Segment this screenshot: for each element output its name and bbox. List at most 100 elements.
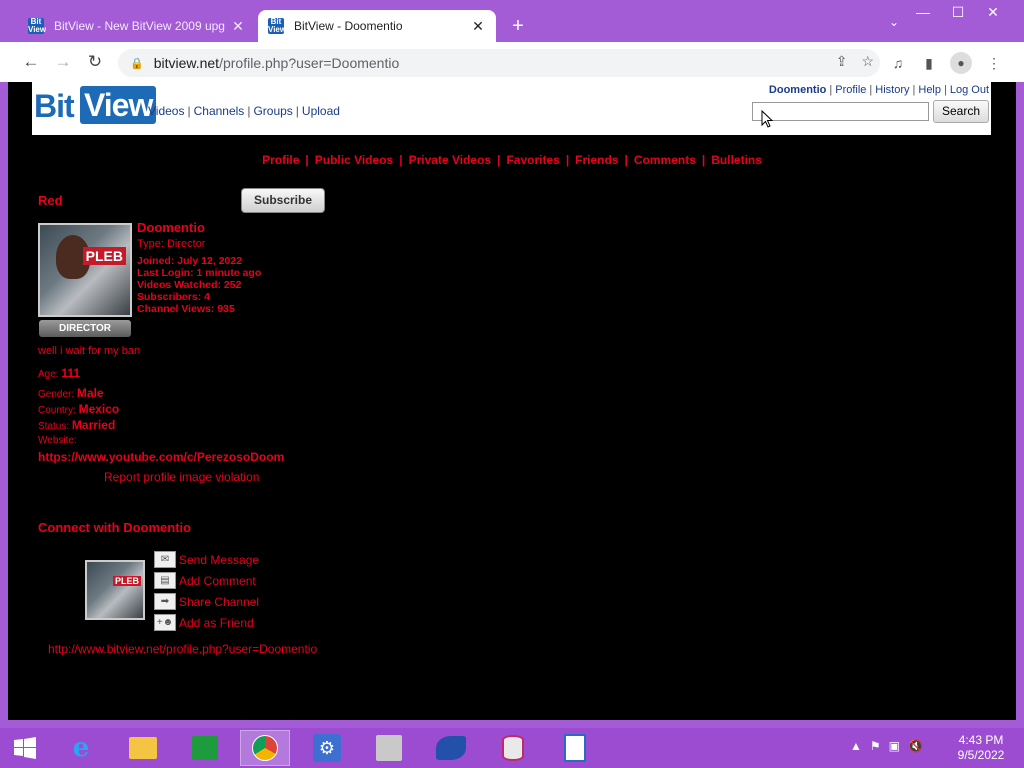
writer-document-icon[interactable] — [550, 730, 600, 766]
tab-bitview-new[interactable]: Bit View BitView - New BitView 2009 upg ✕ — [18, 10, 256, 42]
profile-nav-private-videos[interactable]: Private Videos — [409, 153, 492, 167]
profile-username[interactable]: Doomentio — [137, 221, 261, 234]
minimize-icon[interactable]: — — [906, 0, 940, 26]
nav-upload[interactable]: Upload — [302, 104, 340, 118]
profile-gender: Gender: Male — [38, 386, 104, 400]
bitview-favicon-icon: Bit View — [268, 17, 287, 34]
profile-age: Age: 111 — [38, 366, 81, 380]
add-comment-link[interactable]: ▤ Add Comment — [154, 570, 259, 591]
nav-groups[interactable]: Groups — [253, 104, 292, 118]
user-link-logout[interactable]: Log Out — [950, 84, 989, 96]
url-host: bitview.net — [153, 55, 220, 71]
file-cabinet-icon[interactable] — [364, 730, 414, 766]
profile-status: Status: Married — [38, 418, 116, 432]
profile-videos-watched: Videos Watched: 252 — [137, 279, 242, 291]
address-bar[interactable]: 🔒 bitview.net/profile.php?user=Doomentio… — [118, 49, 880, 77]
avatar[interactable]: PLEB — [38, 223, 132, 317]
forward-arrow-icon[interactable]: → — [51, 50, 75, 74]
comment-icon: ▤ — [154, 572, 176, 589]
kebab-menu-icon[interactable]: ⋮ — [983, 52, 1005, 74]
reload-icon[interactable]: ↻ — [83, 50, 107, 74]
tab-title: BitView - New BitView 2009 upg — [54, 19, 225, 33]
profile-bio: well i wait for my ban — [38, 345, 141, 357]
store-icon[interactable] — [180, 730, 230, 766]
profile-type: Type: Director — [137, 238, 206, 250]
site-header: Bit View Videos | Channels | Groups | Upload D… — [32, 82, 991, 135]
browser-toolbar: ← → ↻ 🔒 bitview.net/profile.php?user=Doo… — [0, 42, 1024, 82]
connect-avatar[interactable]: PLEB — [85, 560, 145, 620]
bitview-logo[interactable]: Bit View — [34, 86, 157, 124]
profile-subscribers: Subscribers: 4 — [137, 291, 210, 303]
profile-joined: Joined: July 12, 2022 — [137, 255, 243, 267]
channel-display-name: Red — [38, 193, 63, 208]
profile-info: Doomentio Type: Director Joined: July 12… — [137, 221, 262, 315]
share-arrow-icon: ➡ — [154, 593, 176, 610]
close-tab-icon[interactable]: ✕ — [470, 18, 486, 35]
connect-actions: ✉ Send Message ▤ Add Comment ➡ Share Channe… — [154, 549, 259, 633]
profile-channel-views: Channel Views: 935 — [137, 303, 235, 315]
windows-taskbar: e ⚙ ▲ ⚑ ▣ 🔇 4:43 PM 9/5/2022 — [0, 728, 1024, 768]
profile-nav-friends[interactable]: Friends — [575, 153, 618, 167]
avatar-text: PLEB — [112, 576, 141, 586]
profile-avatar-icon[interactable]: ● — [950, 52, 972, 74]
user-link-help[interactable]: Help — [918, 84, 941, 96]
main-nav: Videos | Channels | Groups | Upload — [148, 104, 340, 118]
bitview-favicon-icon: Bit View — [28, 17, 47, 34]
envelope-icon: ✉ — [154, 551, 176, 568]
close-tab-icon[interactable]: ✕ — [230, 18, 246, 35]
system-tray: ▲ ⚑ ▣ 🔇 — [850, 739, 923, 753]
new-tab-button[interactable]: + — [506, 14, 530, 38]
chevron-up-icon[interactable]: ▲ — [850, 739, 862, 753]
subscribe-button[interactable]: Subscribe — [241, 188, 325, 213]
user-links: Doomentio | Profile | History | Help | Log Out — [768, 84, 989, 96]
maximize-icon[interactable]: ☐ — [941, 0, 975, 26]
profile-nav-favorites[interactable]: Favorites — [506, 153, 559, 167]
network-icon[interactable]: ▣ — [889, 739, 900, 753]
profile-nav-comments[interactable]: Comments — [634, 153, 696, 167]
profile-url-link[interactable]: http://www.bitview.net/profile.php?user=… — [48, 642, 317, 656]
search-input[interactable] — [752, 102, 929, 121]
report-image-link[interactable]: Report profile image violation — [104, 470, 259, 484]
director-badge: DIRECTOR — [39, 320, 131, 337]
internet-explorer-icon[interactable]: e — [56, 730, 106, 766]
tab-strip: Bit View BitView - New BitView 2009 upg ✕… — [0, 0, 1024, 42]
tab-bitview-doomentio[interactable]: Bit View BitView - Doomentio ✕ — [258, 10, 496, 42]
back-arrow-icon[interactable]: ← — [19, 50, 43, 74]
profile-nav-public-videos[interactable]: Public Videos — [315, 153, 393, 167]
profile-last-login: Last Login: 1 minute ago — [137, 267, 262, 279]
app-swoosh-icon[interactable] — [426, 730, 476, 766]
avatar-text: PLEB — [82, 247, 126, 265]
browser-window: Bit View BitView - New BitView 2009 upg ✕… — [0, 0, 1024, 728]
database-icon[interactable] — [488, 730, 538, 766]
profile-website-link[interactable]: https://www.youtube.com/c/PerezosoDoom — [38, 450, 284, 464]
add-friend-link[interactable]: +☻ Add as Friend — [154, 612, 259, 633]
connect-title: Connect with Doomentio — [38, 520, 192, 535]
nav-channels[interactable]: Channels — [194, 104, 245, 118]
media-control-icon[interactable]: ♫ — [887, 52, 909, 74]
flag-icon[interactable]: ⚑ — [870, 739, 881, 753]
user-link-history[interactable]: History — [875, 84, 909, 96]
volume-muted-icon[interactable]: 🔇 — [908, 739, 923, 753]
profile-nav-profile[interactable]: Profile — [262, 153, 299, 167]
side-panel-icon[interactable]: ▮ — [918, 52, 940, 74]
share-icon[interactable]: ⇪ — [836, 53, 848, 70]
user-link-profile[interactable]: Profile — [835, 84, 866, 96]
settings-gear-icon[interactable]: ⚙ — [302, 730, 352, 766]
chrome-icon[interactable] — [240, 730, 290, 766]
star-icon[interactable]: ☆ — [861, 53, 874, 70]
share-channel-link[interactable]: ➡ Share Channel — [154, 591, 259, 612]
file-explorer-icon[interactable] — [118, 730, 168, 766]
tab-title: BitView - Doomentio — [294, 19, 403, 33]
profile-website-label: Website: — [38, 435, 77, 446]
lock-icon: 🔒 — [130, 57, 144, 70]
user-link-username[interactable]: Doomentio — [769, 84, 826, 96]
close-window-icon[interactable]: ✕ — [976, 0, 1010, 26]
send-message-link[interactable]: ✉ Send Message — [154, 549, 259, 570]
windows-start-icon[interactable] — [0, 730, 50, 766]
profile-nav-bulletins[interactable]: Bulletins — [711, 153, 762, 167]
chevron-down-icon[interactable]: ⌄ — [884, 15, 904, 35]
nav-videos[interactable]: Videos — [148, 104, 184, 118]
search-button[interactable]: Search — [933, 100, 989, 123]
profile-country: Country: Mexico — [38, 402, 120, 416]
taskbar-clock[interactable]: 4:43 PM 9/5/2022 — [948, 733, 1014, 763]
